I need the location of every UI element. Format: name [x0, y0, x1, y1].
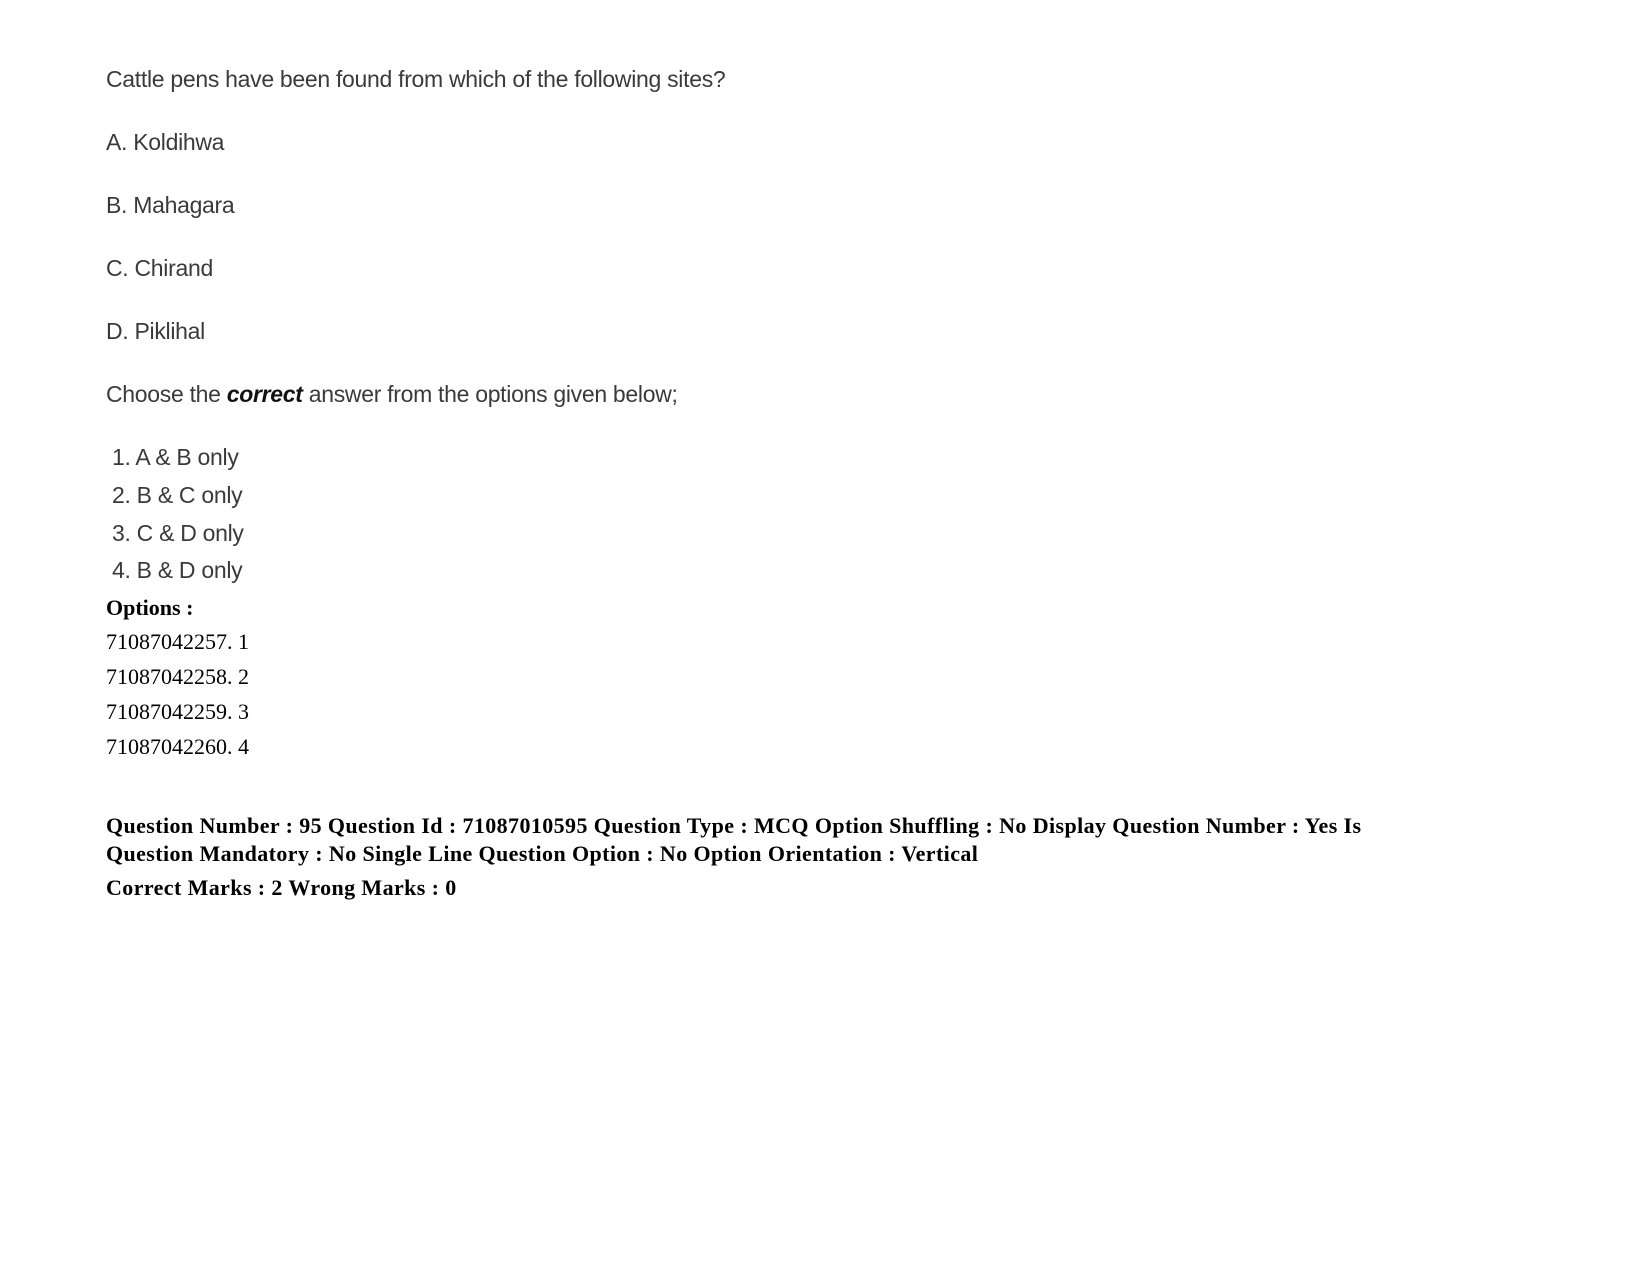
statement-label: D.	[106, 318, 129, 344]
question-text: Cattle pens have been found from which o…	[106, 66, 726, 92]
statement-c: C. Chirand	[106, 257, 213, 280]
instruction-emphasis: correct	[226, 381, 303, 407]
instruction-text: Choose the correct answer from the optio…	[106, 383, 678, 406]
option-item: 71087042258. 2	[106, 664, 249, 689]
option-item: 71087042259. 3	[106, 699, 249, 724]
statement-label: C.	[106, 255, 129, 281]
statement-d: D. Piklihal	[106, 320, 205, 343]
statement-text: Mahagara	[133, 192, 235, 218]
metadata-line-1: Question Number : 95 Question Id : 71087…	[106, 813, 1362, 838]
statement-text: Koldihwa	[133, 129, 225, 155]
options-heading: Options :	[106, 595, 194, 620]
metadata-line-2: Question Mandatory : No Single Line Ques…	[106, 841, 979, 866]
option-item: 71087042260. 4	[106, 734, 249, 759]
statement-text: Piklihal	[134, 318, 206, 344]
choice-item: 1. A & B only	[112, 444, 239, 470]
statement-text: Chirand	[134, 255, 214, 281]
marks-line: Correct Marks : 2 Wrong Marks : 0	[106, 875, 457, 900]
option-item: 71087042257. 1	[106, 629, 249, 654]
statement-b: B. Mahagara	[106, 192, 235, 218]
statement-label: B.	[106, 192, 128, 218]
instruction-before: Choose the	[106, 381, 227, 407]
choice-item: 2. B & C only	[112, 482, 243, 508]
choice-item: 3. C & D only	[112, 520, 244, 546]
instruction-after: answer from the options given below;	[302, 381, 678, 407]
choice-item: 4. B & D only	[112, 557, 243, 583]
statement-label: A.	[106, 129, 128, 155]
statement-a: A. Koldihwa	[106, 131, 224, 154]
